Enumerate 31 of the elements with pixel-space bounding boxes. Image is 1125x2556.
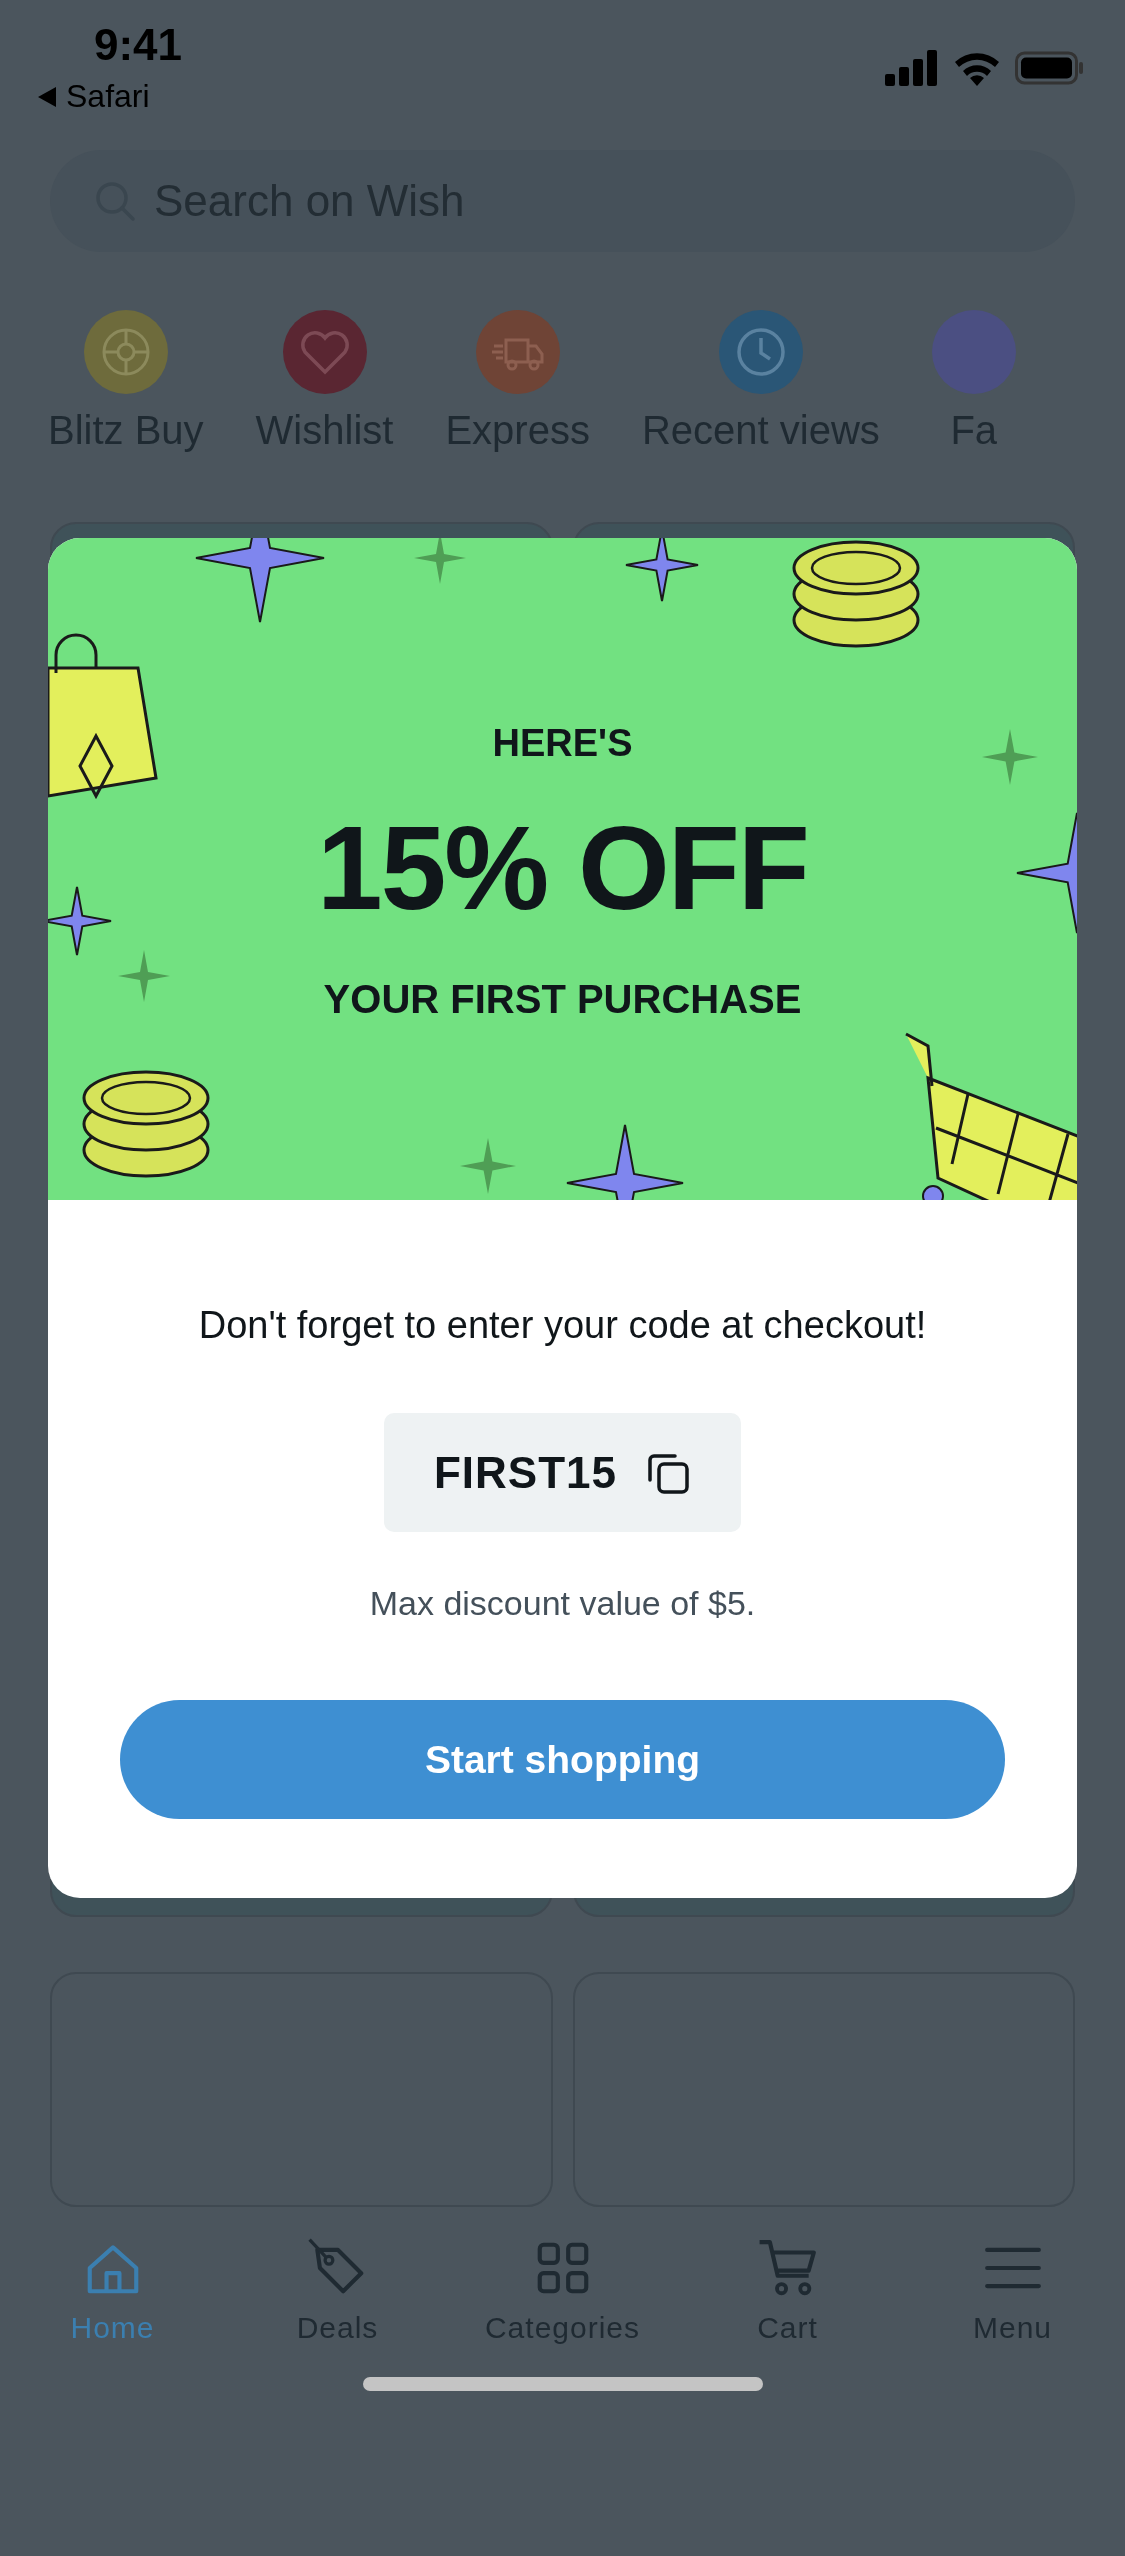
- promo-eyebrow: HERE'S: [492, 722, 633, 765]
- shopping-cart-icon: [904, 1032, 1077, 1200]
- truck-icon[interactable]: [475, 310, 560, 394]
- wheel-icon[interactable]: [83, 310, 168, 394]
- sparkle-icon: [625, 538, 699, 602]
- sparkle-icon: [48, 886, 112, 956]
- sparkle-icon: [118, 950, 170, 1002]
- sparkle-icon: [414, 538, 466, 584]
- battery-icon: [1015, 50, 1085, 86]
- promo-message: Don't forget to enter your code at checkout!: [198, 1304, 927, 1347]
- clock-time: 9:41: [94, 19, 183, 71]
- sparkle-icon: [460, 1138, 516, 1194]
- back-link[interactable]: Safari: [66, 78, 150, 115]
- coins-icon: [82, 1070, 210, 1178]
- shortcut-icon[interactable]: [931, 310, 1016, 394]
- back-icon: [36, 84, 58, 109]
- sparkle-icon: [982, 729, 1038, 785]
- promo-headline: 15% OFF: [317, 809, 808, 927]
- coupon-code-button[interactable]: FIRST15: [383, 1413, 741, 1532]
- shopping-bag-icon: [48, 633, 158, 800]
- coins-icon: [792, 540, 920, 648]
- wifi-icon: [953, 50, 1001, 86]
- sparkle-icon: [195, 538, 325, 623]
- start-shopping-button[interactable]: Start shopping: [120, 1700, 1005, 1819]
- clock-icon[interactable]: [718, 310, 803, 394]
- sparkle-icon: [566, 1124, 684, 1200]
- promo-subline: YOUR FIRST PURCHASE: [323, 977, 802, 1022]
- sparkle-icon: [1016, 812, 1077, 934]
- discount-note: Max discount value of $5.: [369, 1584, 756, 1623]
- tab-button[interactable]: Home: [0, 2237, 225, 2345]
- signal-icon: [885, 50, 939, 86]
